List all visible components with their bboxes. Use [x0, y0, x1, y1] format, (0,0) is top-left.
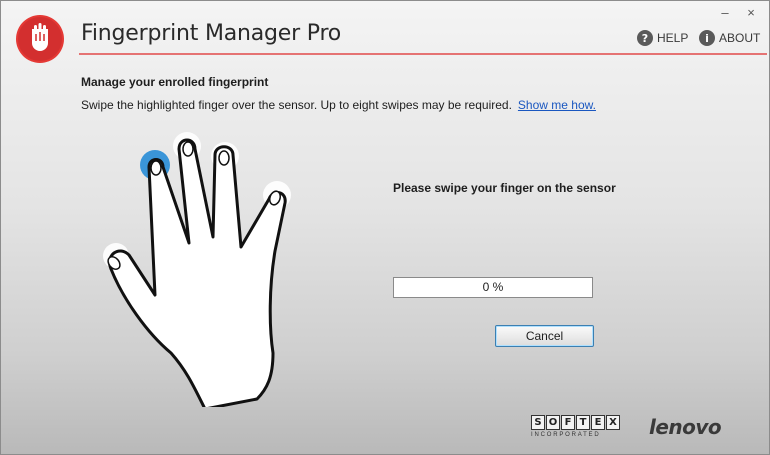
softex-letters: SOFTEX	[531, 415, 627, 430]
instruction-label: Swipe the highlighted finger over the se…	[81, 98, 512, 112]
softex-subtitle: INCORPORATED	[531, 432, 601, 438]
header: Fingerprint Manager Pro – × ? HELP i ABO…	[1, 1, 769, 71]
progress-text: 0 %	[482, 280, 504, 294]
hand-diagram	[103, 132, 291, 407]
cancel-button[interactable]: Cancel	[495, 325, 594, 347]
softex-letter: O	[546, 415, 560, 430]
softex-logo: SOFTEX INCORPORATED	[531, 415, 627, 441]
close-button[interactable]: ×	[745, 6, 757, 19]
index-nail	[150, 160, 162, 176]
lenovo-logo: lenovo	[649, 415, 722, 439]
window-controls: – ×	[719, 6, 757, 19]
about-label: ABOUT	[719, 31, 761, 45]
ring-nail	[218, 150, 230, 166]
help-icon: ?	[637, 30, 653, 46]
middle-nail	[182, 141, 194, 157]
softex-letter: S	[531, 415, 545, 430]
instruction-text: Swipe the highlighted finger over the se…	[81, 98, 596, 112]
minimize-button[interactable]: –	[719, 6, 731, 19]
softex-letter: F	[561, 415, 575, 430]
about-link[interactable]: i ABOUT	[699, 30, 760, 46]
help-link[interactable]: ? HELP	[637, 30, 688, 46]
section-heading: Manage your enrolled fingerprint	[81, 75, 269, 89]
help-label: HELP	[657, 31, 689, 45]
app-logo-icon	[16, 15, 64, 63]
title-divider	[79, 53, 767, 55]
enrollment-progress-bar: 0 %	[393, 277, 593, 298]
app-title: Fingerprint Manager Pro	[81, 21, 342, 46]
softex-letter: E	[591, 415, 605, 430]
softex-letter: T	[576, 415, 590, 430]
softex-letter: X	[606, 415, 620, 430]
show-me-how-link[interactable]: Show me how.	[518, 98, 596, 112]
status-text: Please swipe your finger on the sensor	[393, 181, 616, 195]
fingerprint-manager-window: Fingerprint Manager Pro – × ? HELP i ABO…	[0, 0, 770, 455]
about-icon: i	[699, 30, 715, 46]
hand-outline	[108, 138, 287, 407]
